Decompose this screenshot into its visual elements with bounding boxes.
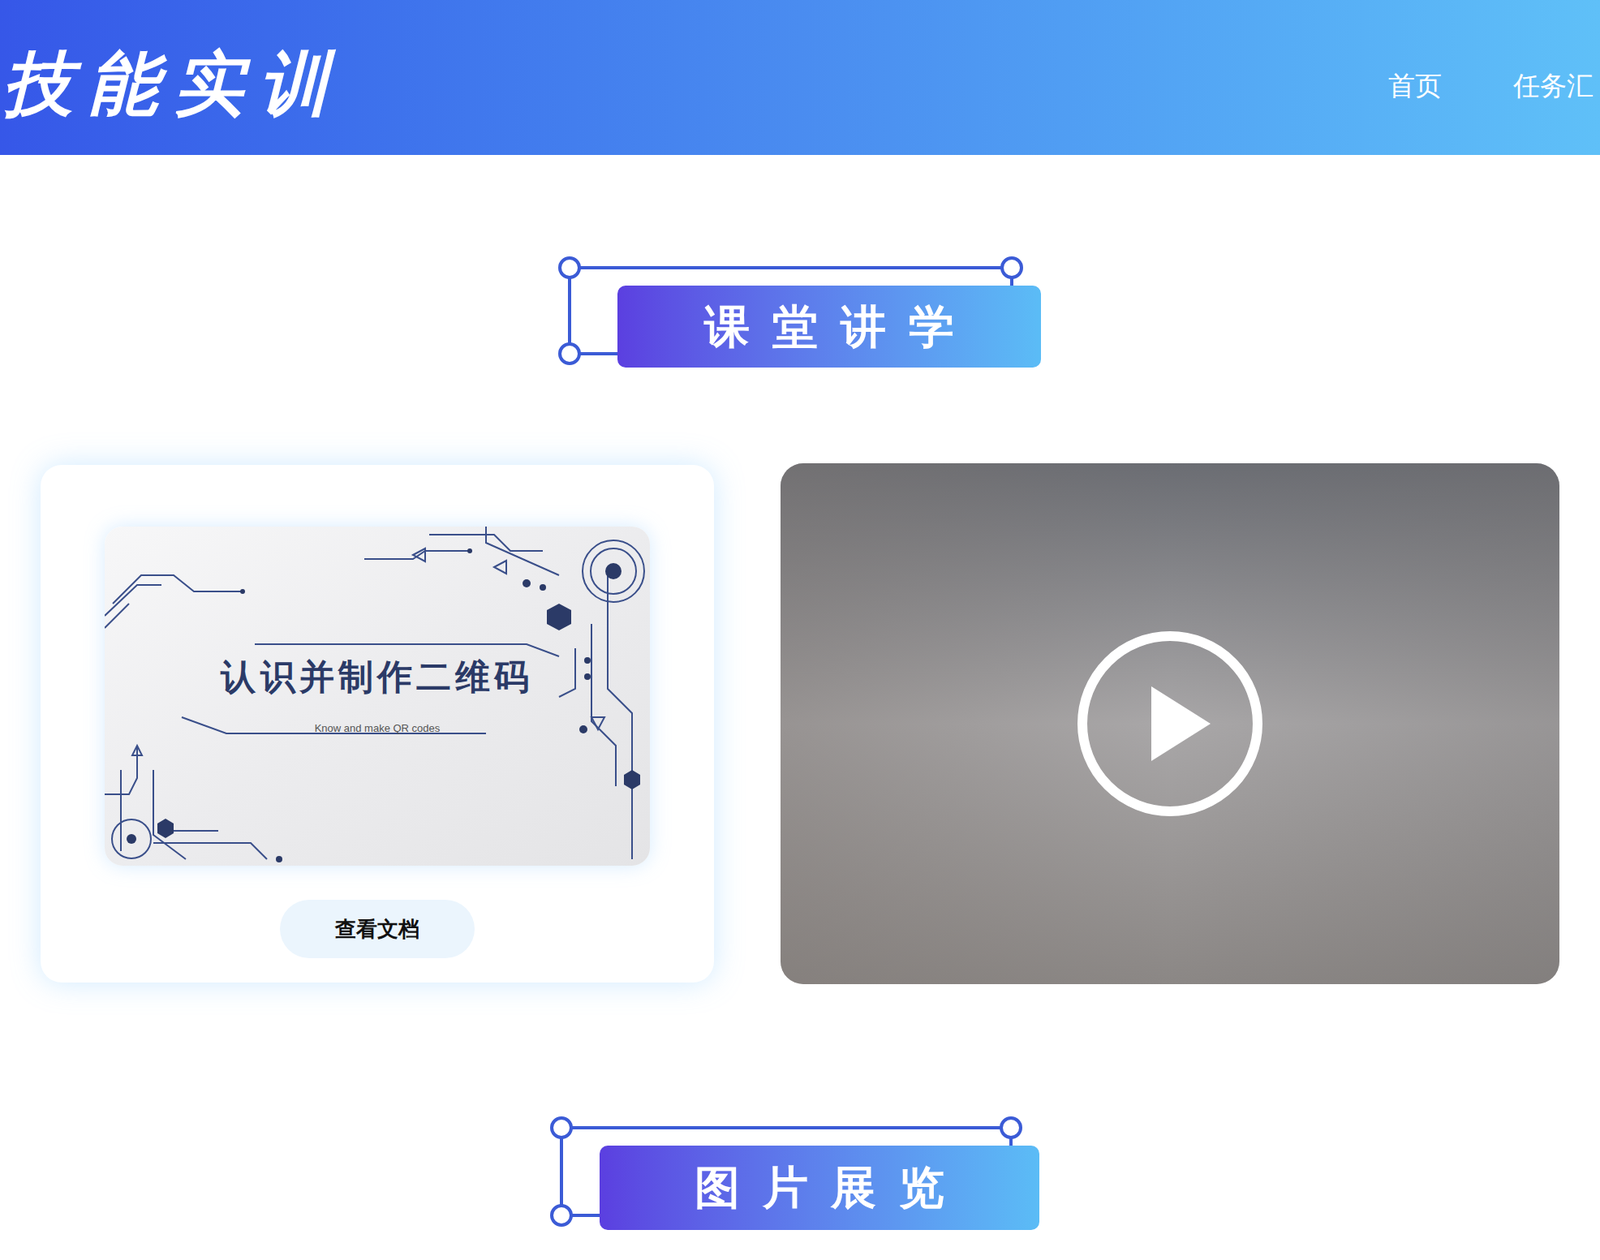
lecture-row: 认识并制作二维码 Know and make QR codes 查看文档 bbox=[0, 464, 1600, 985]
slide-subtitle: Know and make QR codes bbox=[314, 720, 441, 737]
main-nav: 首页 任务汇 bbox=[1388, 65, 1600, 107]
section-title: 课堂讲学 bbox=[556, 254, 1044, 369]
section-title: 图片展览 bbox=[548, 1114, 1052, 1231]
nav-home[interactable]: 首页 bbox=[1388, 65, 1442, 107]
section-heading: 图片展览 bbox=[671, 1165, 968, 1211]
slide-title: 认识并制作二维码 bbox=[220, 655, 534, 700]
video-card[interactable] bbox=[780, 463, 1560, 985]
document-card: 认识并制作二维码 Know and make QR codes 查看文档 bbox=[40, 464, 714, 983]
main-content: 课堂讲学 bbox=[0, 154, 1600, 1231]
nav-tasks[interactable]: 任务汇 bbox=[1513, 65, 1594, 107]
site-logo[interactable]: 技能实训 bbox=[0, 49, 345, 120]
top-header: 技能实训 首页 任务汇 bbox=[0, 0, 1600, 155]
slide-preview[interactable]: 认识并制作二维码 Know and make QR codes bbox=[104, 526, 650, 866]
play-icon[interactable] bbox=[1074, 627, 1266, 820]
view-document-button[interactable]: 查看文档 bbox=[279, 899, 475, 959]
section-heading: 课堂讲学 bbox=[681, 304, 977, 350]
